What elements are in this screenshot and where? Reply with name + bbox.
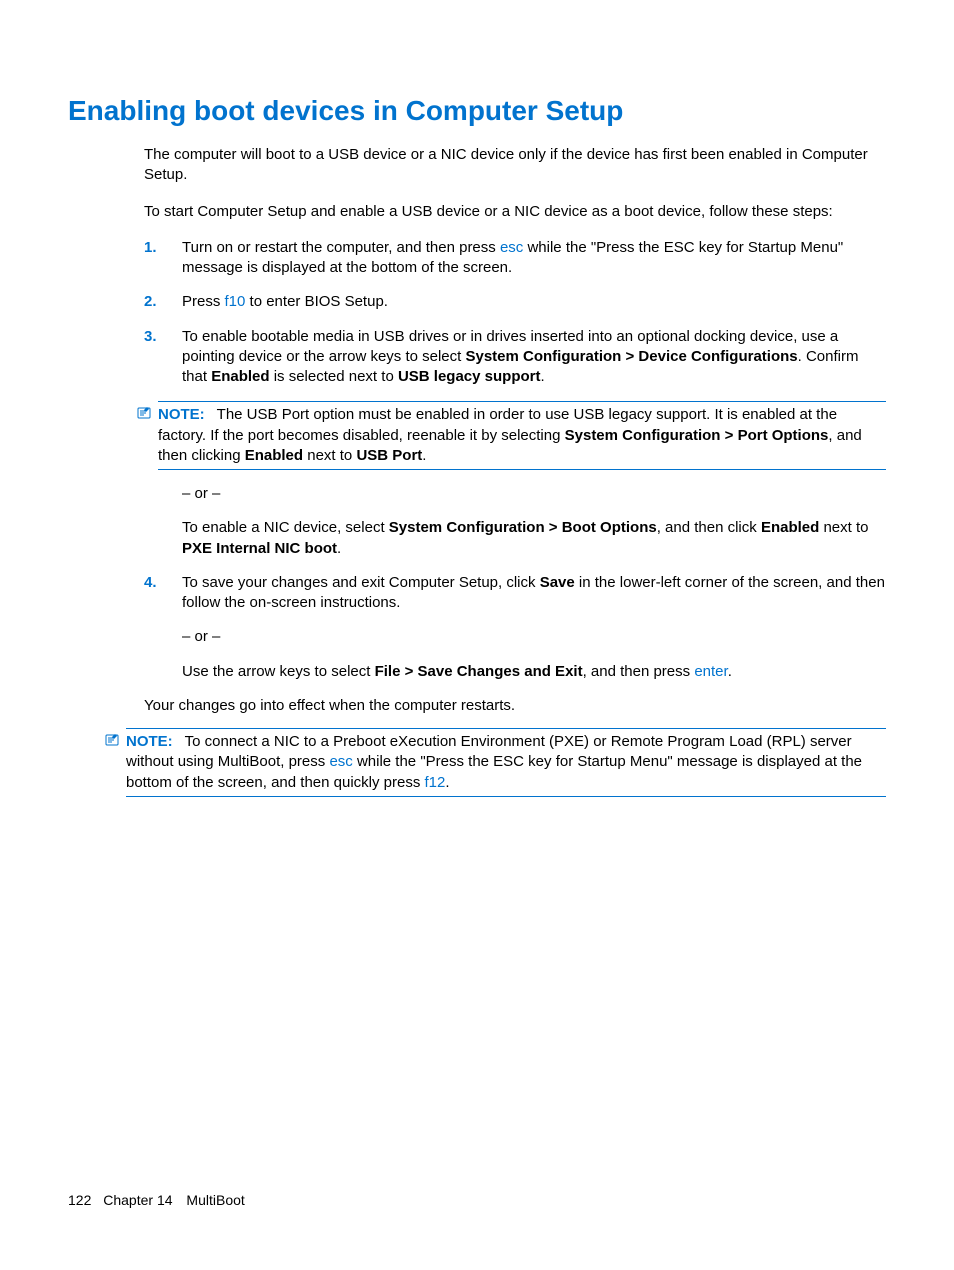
enter-key: enter (694, 663, 727, 680)
step-body: Press f10 to enter BIOS Setup. (182, 292, 886, 312)
steps-list: 1. Turn on or restart the computer, and … (144, 238, 886, 388)
step-body: To save your changes and exit Computer S… (182, 573, 886, 682)
page-heading: Enabling boot devices in Computer Setup (68, 95, 886, 127)
step-3-alt: To enable a NIC device, select System Co… (182, 518, 886, 559)
step-number: 2. (144, 292, 182, 312)
f10-key: f10 (225, 293, 246, 310)
page-footer: 122 Chapter 14 MultiBoot (68, 1192, 245, 1208)
step-3: 3. To enable bootable media in USB drive… (144, 327, 886, 388)
steps-list-cont: 4. To save your changes and exit Compute… (144, 573, 886, 682)
note-icon (104, 733, 120, 752)
step-body: To enable bootable media in USB drives o… (182, 327, 886, 388)
intro-section: The computer will boot to a USB device o… (144, 145, 886, 222)
esc-key: esc (329, 753, 352, 770)
note-label: NOTE: (158, 406, 205, 423)
or-separator: – or – (182, 484, 886, 504)
intro-paragraph-1: The computer will boot to a USB device o… (144, 145, 886, 186)
step-2: 2. Press f10 to enter BIOS Setup. (144, 292, 886, 312)
step-number: 1. (144, 238, 182, 279)
step-number: 3. (144, 327, 182, 388)
intro-paragraph-2: To start Computer Setup and enable a USB… (144, 202, 886, 222)
note-text: NOTE:The USB Port option must be enabled… (158, 405, 886, 466)
step-4: 4. To save your changes and exit Compute… (144, 573, 886, 682)
note-text: NOTE:To connect a NIC to a Preboot eXecu… (126, 732, 886, 793)
note-block-1: NOTE:The USB Port option must be enabled… (158, 401, 886, 559)
step-number: 4. (144, 573, 182, 682)
step-body: Turn on or restart the computer, and the… (182, 238, 886, 279)
note-icon (136, 406, 152, 425)
page-number: 122 (68, 1192, 91, 1208)
f12-key: f12 (425, 774, 446, 791)
note-label: NOTE: (126, 733, 173, 750)
closing-paragraph: Your changes go into effect when the com… (144, 696, 886, 716)
or-separator: – or – (182, 627, 886, 647)
note-block-2: NOTE:To connect a NIC to a Preboot eXecu… (126, 728, 886, 797)
chapter-title: MultiBoot (186, 1192, 244, 1208)
step-1: 1. Turn on or restart the computer, and … (144, 238, 886, 279)
esc-key: esc (500, 239, 523, 256)
chapter-label: Chapter 14 (103, 1192, 172, 1208)
